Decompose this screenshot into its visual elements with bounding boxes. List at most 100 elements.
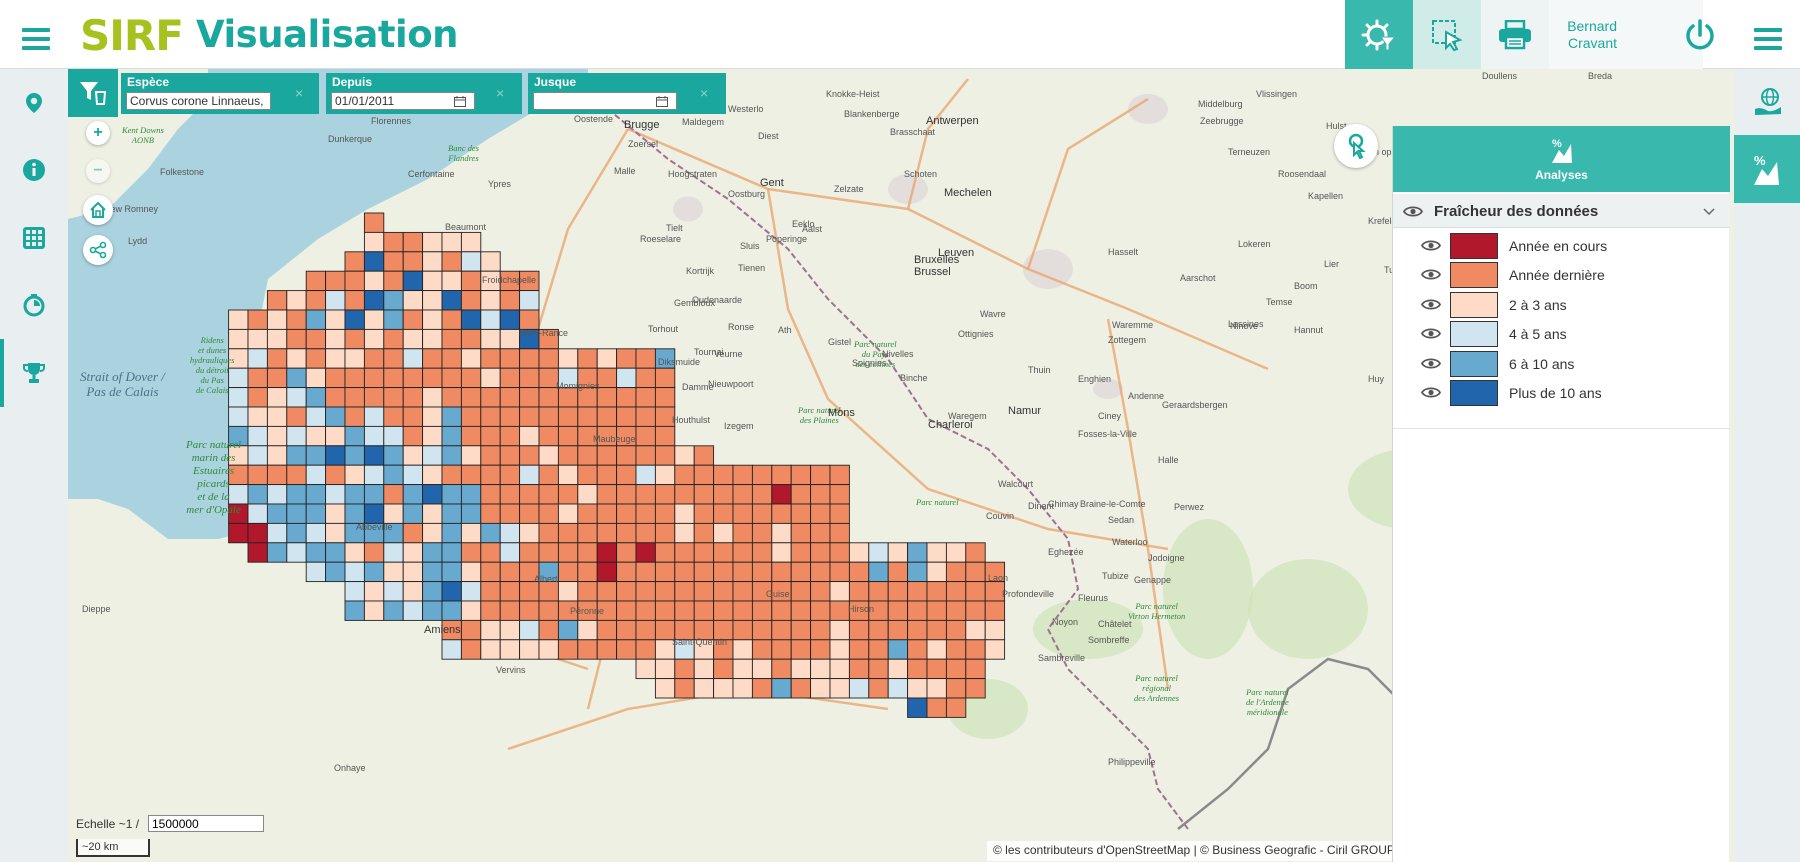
grid-cell [596,348,618,369]
grid-cell [693,561,715,583]
grid-cell [577,619,598,641]
grid-cell [305,328,327,350]
eye-icon[interactable] [1421,239,1441,252]
place-label: Sombreffe [1088,635,1130,645]
grid-cell [829,639,850,660]
home-button[interactable] [83,195,113,225]
print-button[interactable] [1481,0,1549,69]
place-label: Ypres [488,179,511,189]
select-tool-button[interactable] [1413,0,1481,69]
grid-cell [286,503,307,524]
grid-cell [907,600,928,621]
filter-button[interactable] [68,69,118,117]
scale-input[interactable] [148,815,264,832]
chevron-down-icon[interactable] [1703,208,1715,216]
place-label: Laon [988,573,1009,583]
grid-cell [596,619,618,641]
grid-cell [480,542,501,563]
grid-cell [363,464,385,486]
grid-cell [693,581,715,602]
svg-text:%: % [1552,138,1562,150]
zoom-out-button[interactable]: − [86,159,110,183]
trophy-icon[interactable] [22,361,46,385]
map-pin-icon[interactable] [22,91,46,115]
espece-input[interactable] [126,92,271,110]
grid-cell [480,251,501,272]
clear-jusque-button[interactable]: × [700,85,708,101]
map-select-button[interactable] [1334,124,1378,168]
grid-cell [810,561,831,583]
grid-cell [499,348,521,369]
analyses-tab-button[interactable]: % [1734,135,1800,203]
eye-icon[interactable] [1403,205,1423,218]
grid-cell [305,406,327,427]
grid-cell [402,348,424,369]
eye-icon[interactable] [1421,327,1441,340]
grid-cell [383,231,404,253]
menu-icon[interactable] [22,28,50,50]
place-label: Diest [758,131,779,141]
eye-icon[interactable] [1421,298,1441,311]
place-label: Lier [1324,259,1340,269]
settings-filter-button[interactable] [1345,0,1413,69]
grid-cell [926,697,947,718]
grid-cell [790,639,812,660]
grid-cell [616,600,637,621]
grid-cell [519,348,540,369]
grid-cell [538,464,559,486]
right-sidebar: % [1734,69,1800,862]
grid-cell [829,464,850,486]
grid-cell [557,425,579,447]
grid-cell [460,619,482,641]
legend-panel: % Analyses Fraîcheur des données Année e… [1392,126,1730,862]
user-box: Bernard Cravant [1549,0,1703,69]
grid-icon[interactable] [22,226,46,250]
grid-cell [790,522,812,544]
grid-cell [693,600,715,621]
place-label: Albert [534,574,558,584]
logo-text: SIRF [80,10,184,60]
place-label: Fosses-la-Ville [1078,429,1137,439]
grid-cell [325,309,346,330]
grid-cell [344,542,365,563]
analyses-panel-header[interactable]: % Analyses [1393,126,1730,192]
place-label: Roeselare [640,234,682,244]
zoom-in-button[interactable]: + [86,121,110,145]
grid-cell [247,503,268,524]
grid-cell [402,522,424,544]
info-icon[interactable] [22,158,46,182]
grid-cell [499,367,521,389]
share-button[interactable] [83,235,113,265]
grid-cell [887,658,909,680]
grid-cell [616,522,637,544]
globe-hand-icon[interactable] [1754,87,1782,117]
left-sidebar [0,69,68,862]
grid-cell [383,503,404,524]
eye-icon[interactable] [1421,357,1441,370]
grid-cell [247,425,268,447]
grid-cell [266,425,288,447]
grid-cell [538,406,559,427]
timer-icon[interactable] [22,293,46,317]
legend-section-header[interactable]: Fraîcheur des données [1393,194,1730,228]
calendar-icon[interactable] [656,96,668,107]
grid-cell [790,619,812,641]
grid-cell [538,503,559,524]
grid-cell [441,484,462,505]
user-name: Bernard Cravant [1567,18,1617,51]
grid-cell [325,445,346,466]
grid-cell [926,581,947,602]
grid-cell [965,581,986,602]
eye-icon[interactable] [1421,386,1441,399]
clear-espece-button[interactable]: × [295,85,303,101]
grid-cell [480,406,501,427]
eye-icon[interactable] [1421,268,1441,281]
grid-cell [654,561,676,583]
calendar-icon[interactable] [454,96,466,107]
grid-cell [363,309,385,330]
power-icon[interactable] [1683,18,1717,52]
clear-depuis-button[interactable]: × [496,85,504,101]
grid-cell [460,387,482,408]
right-menu-icon[interactable] [1754,28,1782,50]
place-label: Veurne [714,349,743,359]
